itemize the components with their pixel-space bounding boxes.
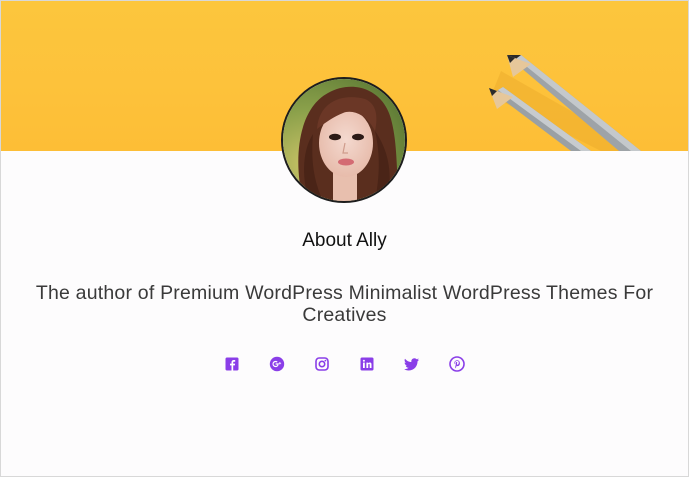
about-widget: About Ally The author of Premium WordPre… (0, 0, 689, 477)
author-bio: The author of Premium WordPress Minimali… (1, 282, 688, 326)
linkedin-link[interactable] (359, 356, 375, 372)
facebook-icon (225, 357, 239, 371)
social-links (1, 356, 688, 372)
instagram-link[interactable] (314, 356, 330, 372)
author-avatar (281, 77, 407, 203)
twitter-icon (404, 358, 419, 371)
linkedin-icon (360, 357, 374, 371)
instagram-icon (315, 357, 329, 371)
widget-title: About Ally (302, 230, 387, 251)
author-bio-line: Creatives (302, 304, 387, 326)
facebook-link[interactable] (224, 356, 240, 372)
pinterest-link[interactable] (449, 356, 465, 372)
avatar-photo (283, 79, 405, 201)
google-plus-icon (269, 356, 285, 372)
google-plus-link[interactable] (269, 356, 285, 372)
author-bio-line: The author of Premium WordPress Minimali… (35, 282, 654, 304)
twitter-link[interactable] (404, 356, 420, 372)
pinterest-icon (449, 356, 465, 372)
